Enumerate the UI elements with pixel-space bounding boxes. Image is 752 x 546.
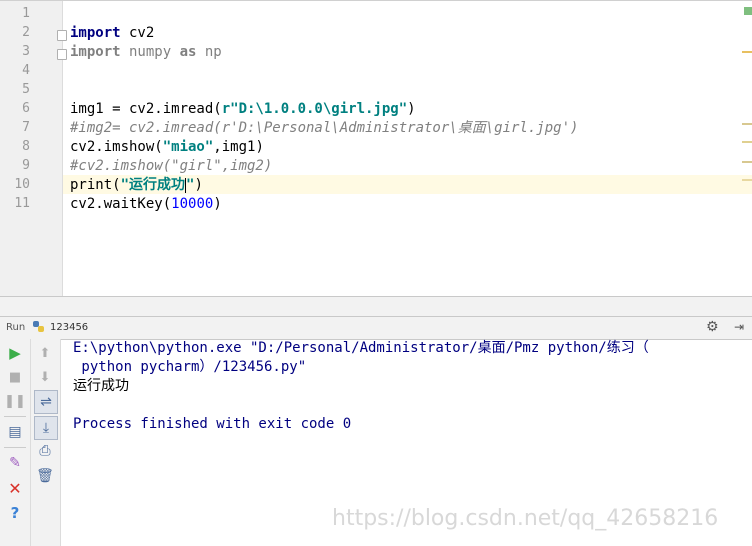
code-text: cv2: [120, 25, 155, 41]
stop-icon[interactable]: ■: [4, 366, 26, 388]
pin-tab-icon[interactable]: ✎: [4, 452, 26, 474]
run-config-name[interactable]: 123456: [50, 322, 88, 333]
restore-layout-icon[interactable]: ▤: [4, 421, 26, 443]
line-number: 4: [22, 63, 30, 78]
code-line-11[interactable]: cv2.waitKey(10000): [70, 195, 222, 214]
python-icon: [32, 320, 45, 333]
code-line-9[interactable]: #cv2.imshow("girl",img2): [70, 157, 272, 176]
console-exit-message: Process finished with exit code 0: [73, 416, 352, 432]
code-text: ): [194, 177, 203, 193]
toolbar-divider: [4, 416, 26, 417]
hide-panel-icon[interactable]: ⇥: [734, 320, 744, 334]
code-text: cv2.imshow(: [70, 139, 163, 155]
line-number: 5: [22, 82, 30, 97]
line-number: 1: [22, 6, 30, 21]
print-icon[interactable]: ⎙: [34, 440, 56, 462]
soft-wrap-icon[interactable]: ⇌: [34, 390, 58, 414]
line-number: 9: [22, 158, 30, 173]
run-toolbar-secondary: ⬆ ⬇ ⇌ ⤓ ⎙ 🗑: [31, 339, 61, 546]
down-arrow-icon[interactable]: ⬇: [34, 366, 56, 388]
number-literal: 10000: [171, 196, 214, 212]
code-text: ,img1): [213, 139, 264, 155]
code-editor[interactable]: 1 2 3 4 5 6 7 8 9 10 11 import cv2 import numpy as…: [0, 0, 752, 297]
code-line-3[interactable]: import numpy as np: [70, 43, 222, 62]
up-arrow-icon[interactable]: ⬆: [34, 342, 56, 364]
code-line-7[interactable]: #img2= cv2.imread(r'D:\Personal\Administ…: [70, 119, 578, 138]
trash-icon[interactable]: 🗑: [34, 465, 56, 487]
console-command-line-cont: python pycharm）/123456.py": [73, 359, 307, 375]
run-toolbar-primary: ▶ ■ ❚❚ ▤ ✎ ✕ ?: [0, 339, 31, 546]
line-number: 6: [22, 101, 30, 116]
code-line-10[interactable]: print("运行成功"): [70, 176, 203, 195]
line-number: 2: [22, 25, 30, 40]
code-text: print(: [70, 177, 121, 193]
keyword: import: [70, 44, 121, 60]
code-text: cv2.waitKey(: [70, 196, 172, 212]
code-line-8[interactable]: cv2.imshow("miao",img1): [70, 138, 264, 157]
code-line-6[interactable]: img1 = cv2.imread(r"D:\1.0.0.0\girl.jpg"…: [70, 100, 416, 119]
toolbar-divider: [4, 447, 26, 448]
code-text: img1 = cv2.imread(: [70, 101, 222, 117]
pause-icon[interactable]: ❚❚: [4, 390, 26, 412]
code-text: numpy: [120, 44, 180, 60]
run-tab-label[interactable]: Run: [6, 322, 25, 333]
gear-icon[interactable]: ⚙: [706, 319, 719, 335]
line-number: 10: [14, 177, 30, 192]
watermark: https://blog.csdn.net/qq_42658216: [332, 506, 719, 531]
scroll-to-end-icon[interactable]: ⤓: [34, 416, 58, 440]
line-number: 3: [22, 44, 30, 59]
panel-splitter[interactable]: [0, 296, 752, 317]
string-literal: "运行成功: [120, 177, 186, 193]
code-line-2[interactable]: import cv2: [70, 24, 154, 43]
keyword: import: [70, 25, 121, 41]
fold-close-icon[interactable]: [57, 49, 67, 60]
code-text: ): [213, 196, 222, 212]
line-number: 8: [22, 139, 30, 154]
line-number: 7: [22, 120, 30, 135]
help-icon[interactable]: ?: [4, 502, 26, 524]
code-text: ): [407, 101, 416, 117]
keyword: as: [179, 44, 197, 60]
run-tool-window-header: Run 123456 ⚙ ⇥: [0, 316, 752, 340]
console-program-output: 运行成功: [73, 378, 129, 394]
fold-open-icon[interactable]: [57, 30, 67, 41]
string-literal: r"D:\1.0.0.0\girl.jpg": [221, 101, 408, 117]
console-command-line: E:\python\python.exe "D:/Personal/Admini…: [73, 340, 649, 356]
rerun-play-icon[interactable]: ▶: [4, 342, 26, 364]
line-number: 11: [14, 196, 30, 211]
code-text: np: [196, 44, 222, 60]
string-literal: "miao": [162, 139, 214, 155]
close-icon[interactable]: ✕: [4, 477, 26, 499]
